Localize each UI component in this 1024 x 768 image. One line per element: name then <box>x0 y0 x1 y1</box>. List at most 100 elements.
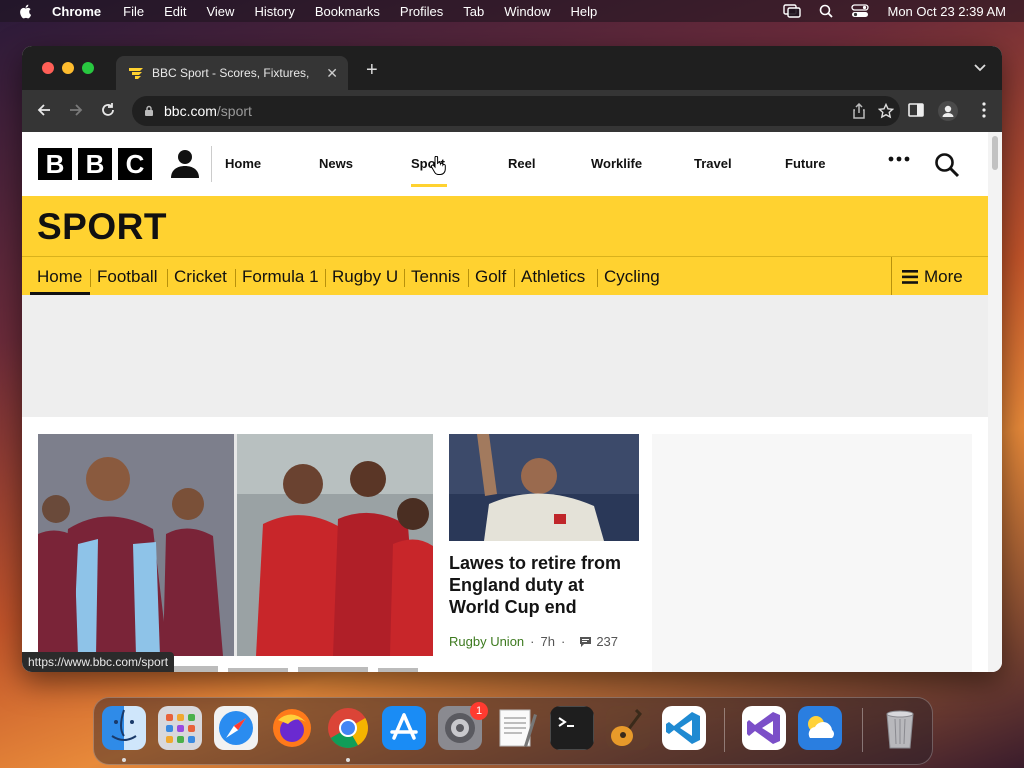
sport-page-title[interactable]: SPORT <box>37 206 167 248</box>
weather-icon[interactable] <box>798 706 842 750</box>
sport-nav-athletics[interactable]: Athletics <box>521 267 585 287</box>
story-topic-link[interactable]: Rugby Union <box>449 634 524 649</box>
bbc-logo-letter: B <box>78 148 112 180</box>
new-tab-button[interactable]: + <box>366 60 378 80</box>
story-age: 7h <box>540 634 555 649</box>
address-bar[interactable]: bbc.com/sport <box>132 96 900 126</box>
sport-nav-tennis[interactable]: Tennis <box>411 267 460 287</box>
active-app-name[interactable]: Chrome <box>52 4 101 19</box>
tab-close-icon[interactable]: ✕ <box>326 65 338 81</box>
menu-bar-extras: Mon Oct 23 2:39 AM <box>783 0 1006 22</box>
header-divider <box>211 146 212 182</box>
story-comment-count[interactable]: 237 <box>596 634 618 649</box>
menu-window[interactable]: Window <box>504 4 550 19</box>
sport-nav-rugby-union[interactable]: Rugby U <box>332 267 398 287</box>
side-panel-icon[interactable] <box>908 103 924 117</box>
menu-profiles[interactable]: Profiles <box>400 4 443 19</box>
sport-nav-football[interactable]: Football <box>97 267 157 287</box>
bbc-sport-favicon-icon <box>129 68 143 79</box>
tab-search-chevron-icon[interactable] <box>974 64 986 72</box>
hero-story-image[interactable] <box>38 434 433 656</box>
sport-nav-cycling[interactable]: Cycling <box>604 267 660 287</box>
search-icon[interactable] <box>934 152 960 178</box>
menu-tab[interactable]: Tab <box>463 4 484 19</box>
chrome-menu-kebab-icon[interactable] <box>982 102 986 118</box>
browser-toolbar: bbc.com/sport <box>22 90 1002 132</box>
browser-tab-bbc-sport[interactable]: BBC Sport - Scores, Fixtures, ✕ <box>116 56 348 90</box>
page-scrollbar[interactable] <box>988 132 1002 672</box>
safari-icon[interactable] <box>214 706 258 750</box>
meta-separator: · <box>560 634 566 649</box>
menu-edit[interactable]: Edit <box>164 4 186 19</box>
close-window-button[interactable] <box>42 62 54 74</box>
reload-icon[interactable] <box>100 102 116 118</box>
launchpad-icon[interactable] <box>158 706 202 750</box>
sport-masthead: SPORT <box>22 196 988 257</box>
bookmark-star-icon[interactable] <box>878 103 894 119</box>
nav-worklife[interactable]: Worklife <box>591 156 642 171</box>
link-hover-status-bubble: https://www.bbc.com/sport <box>22 652 175 672</box>
garageband-icon[interactable] <box>606 706 650 750</box>
running-indicator <box>346 758 350 762</box>
nav-travel[interactable]: Travel <box>694 156 732 171</box>
chrome-window: BBC Sport - Scores, Fixtures, ✕ + bbc.co… <box>22 46 1002 672</box>
zoom-window-button[interactable] <box>82 62 94 74</box>
nav-news[interactable]: News <box>319 156 353 171</box>
menu-bookmarks[interactable]: Bookmarks <box>315 4 380 19</box>
story-image-lawes[interactable] <box>449 434 639 541</box>
sport-nav-home[interactable]: Home <box>37 267 82 287</box>
nav-reel[interactable]: Reel <box>508 156 535 171</box>
menu-help[interactable]: Help <box>571 4 598 19</box>
comment-icon[interactable] <box>579 636 592 648</box>
share-icon[interactable] <box>852 103 866 119</box>
nav-future[interactable]: Future <box>785 156 825 171</box>
sport-nav-divider <box>90 269 91 287</box>
apple-icon[interactable] <box>18 3 34 19</box>
sport-nav-divider <box>404 269 405 287</box>
lock-icon[interactable] <box>144 105 154 117</box>
nav-home[interactable]: Home <box>225 156 261 171</box>
meta-separator: · <box>530 634 535 649</box>
menu-bar-clock[interactable]: Mon Oct 23 2:39 AM <box>887 4 1006 19</box>
url-text[interactable]: bbc.com/sport <box>164 103 252 119</box>
scrollbar-thumb[interactable] <box>992 136 998 170</box>
spotlight-search-icon[interactable] <box>819 4 834 18</box>
finder-icon[interactable] <box>102 706 146 750</box>
profile-avatar-icon[interactable] <box>938 101 958 121</box>
more-label: More <box>924 267 963 286</box>
account-signin-icon[interactable] <box>170 148 200 178</box>
vscode-icon[interactable] <box>662 706 706 750</box>
story-headline[interactable]: Lawes to retire from England duty at Wor… <box>449 552 639 618</box>
back-arrow-icon[interactable] <box>36 102 52 118</box>
sport-section-nav: Home Football Cricket Formula 1 Rugby U … <box>22 257 988 295</box>
menu-view[interactable]: View <box>206 4 234 19</box>
sport-nav-divider <box>597 269 598 287</box>
textedit-icon[interactable] <box>494 706 538 750</box>
terminal-icon[interactable] <box>550 706 594 750</box>
screen-mirroring-icon[interactable] <box>783 4 802 18</box>
sport-nav-more-button[interactable]: More <box>891 257 988 295</box>
forward-arrow-icon[interactable] <box>68 102 84 118</box>
sport-nav-divider <box>325 269 326 287</box>
football-celebration-image <box>38 434 433 656</box>
bbc-logo-letter: C <box>118 148 152 180</box>
sport-nav-divider <box>468 269 469 287</box>
sport-nav-golf[interactable]: Golf <box>475 267 506 287</box>
trash-icon[interactable] <box>878 706 922 750</box>
menu-file[interactable]: File <box>123 4 144 19</box>
minimize-window-button[interactable] <box>62 62 74 74</box>
chrome-icon[interactable] <box>326 706 370 750</box>
control-center-icon[interactable] <box>851 4 870 18</box>
advert-placeholder <box>22 295 988 417</box>
pointer-hand-cursor-icon <box>430 156 446 175</box>
bbc-logo[interactable]: B B C <box>38 148 152 180</box>
sport-nav-cricket[interactable]: Cricket <box>174 267 227 287</box>
more-menu-dots-icon[interactable] <box>888 156 910 162</box>
tab-title: BBC Sport - Scores, Fixtures, <box>152 66 310 80</box>
menu-history[interactable]: History <box>254 4 294 19</box>
url-path: /sport <box>216 103 252 119</box>
sport-nav-formula-1[interactable]: Formula 1 <box>242 267 319 287</box>
firefox-icon[interactable] <box>270 706 314 750</box>
app-store-icon[interactable] <box>382 706 426 750</box>
visual-studio-icon[interactable] <box>742 706 786 750</box>
